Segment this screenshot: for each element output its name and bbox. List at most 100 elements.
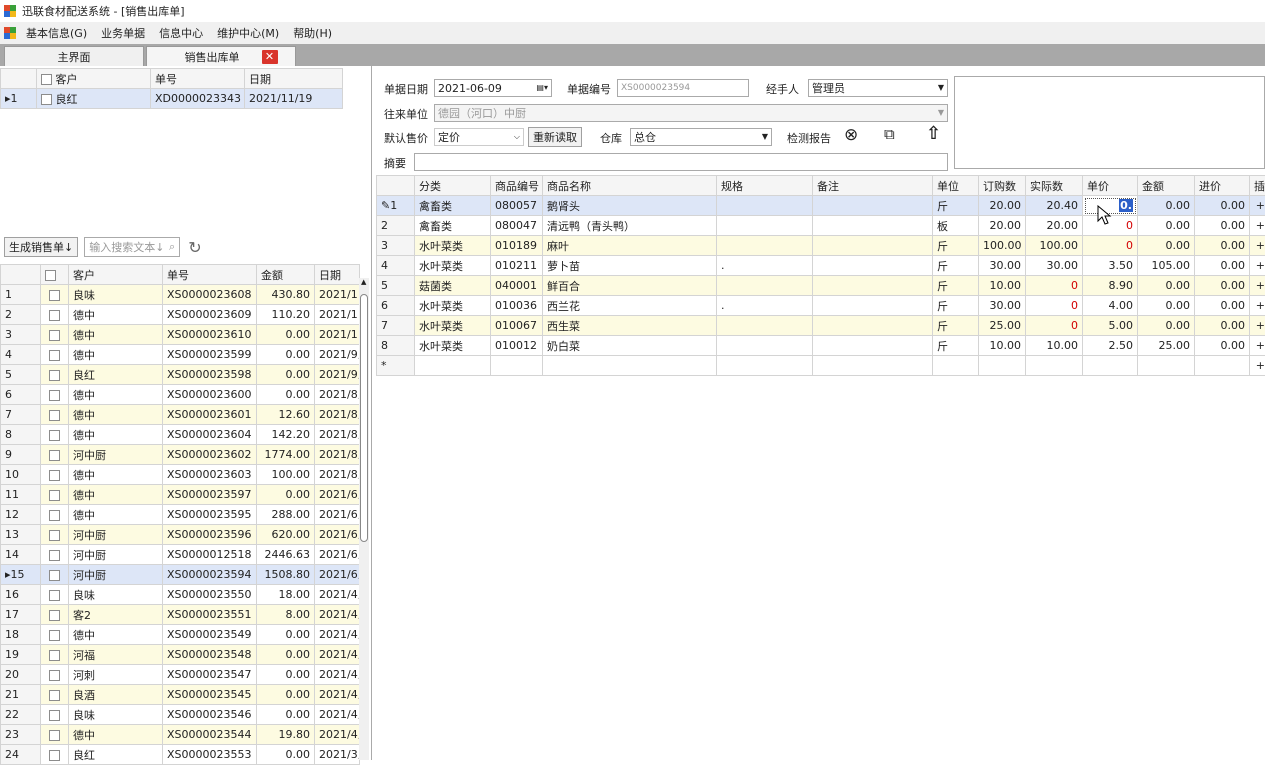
customer-cell[interactable]: 德中	[69, 325, 163, 345]
table-row[interactable]: 20河刺XS00000235470.002021/4,	[1, 665, 360, 685]
code-cell[interactable]: 080047	[491, 216, 543, 236]
cost-cell[interactable]: 0.00	[1195, 296, 1250, 316]
cost-cell[interactable]: 0.00	[1195, 236, 1250, 256]
date-cell[interactable]: 2021/8,	[315, 405, 360, 425]
date-cell[interactable]: 2021/6,	[315, 505, 360, 525]
spec-cell[interactable]: .	[717, 296, 813, 316]
detail-header-unit[interactable]: 单位	[933, 176, 979, 196]
table-row[interactable]: 10德中XS0000023603100.002021/8,	[1, 465, 360, 485]
select-all-checkbox[interactable]	[41, 74, 52, 85]
customer-cell[interactable]: 德中	[69, 385, 163, 405]
order-no-cell[interactable]: XS0000023550	[163, 585, 257, 605]
customer-cell[interactable]: 河福	[69, 645, 163, 665]
row-check-cell[interactable]	[41, 385, 69, 405]
table-row[interactable]: 2禽畜类080047清远鸭（青头鸭）板20.0020.0000.000.00+	[377, 216, 1265, 236]
pending-header-customer[interactable]: 客户	[37, 69, 151, 89]
name-cell[interactable]: 西兰花	[543, 296, 717, 316]
table-row[interactable]: 6水叶菜类010036西兰花.斤30.0004.000.000.00+	[377, 296, 1265, 316]
row-check-cell[interactable]	[41, 605, 69, 625]
customer-cell[interactable]: 德中	[69, 725, 163, 745]
cost-cell[interactable]: 0.00	[1195, 316, 1250, 336]
partner-select[interactable]: 德园（河口）中厨 ▼	[434, 104, 948, 122]
table-row[interactable]: 14河中厨XS00000125182446.632021/6,	[1, 545, 360, 565]
order-no-cell[interactable]: XS0000023598	[163, 365, 257, 385]
amount-cell[interactable]: 0.00	[257, 625, 315, 645]
docno-field[interactable]: XS0000023594	[617, 79, 749, 97]
customer-cell[interactable]: 河中厨	[69, 565, 163, 585]
note-cell[interactable]	[813, 236, 933, 256]
detail-header-code[interactable]: 商品编号	[491, 176, 543, 196]
scroll-up-icon[interactable]: ▲	[361, 278, 366, 286]
date-cell[interactable]: 2021/8,	[315, 445, 360, 465]
detail-header-unit-price[interactable]: 单价	[1083, 176, 1138, 196]
date-field[interactable]: 2021-06-09 ▤▾	[434, 79, 552, 97]
tab-sales-outbound[interactable]: 销售出库单 ✕	[146, 46, 296, 66]
table-row[interactable]: 5良红XS00000235980.002021/9,	[1, 365, 360, 385]
order-no-cell[interactable]: XS0000023604	[163, 425, 257, 445]
tab-main[interactable]: 主界面	[4, 46, 144, 66]
scrollbar-thumb[interactable]	[360, 294, 368, 542]
close-circle-icon[interactable]: ⊗	[844, 125, 858, 145]
row-checkbox[interactable]	[49, 710, 60, 721]
row-check-cell[interactable]	[41, 325, 69, 345]
row-check-cell[interactable]	[41, 705, 69, 725]
table-row[interactable]: 4水叶菜类010211萝卜苗.斤30.0030.003.50105.000.00…	[377, 256, 1265, 276]
table-row[interactable]: 13河中厨XS0000023596620.002021/6,	[1, 525, 360, 545]
new-row-cell[interactable]	[1026, 356, 1083, 376]
amount-cell[interactable]: 142.20	[257, 425, 315, 445]
amount-cell[interactable]: 0.00	[1138, 236, 1195, 256]
actual-qty-cell[interactable]: 0	[1026, 316, 1083, 336]
new-row-cell[interactable]	[717, 356, 813, 376]
date-cell[interactable]: 2021/1	[315, 325, 360, 345]
row-checkbox[interactable]	[49, 670, 60, 681]
date-cell[interactable]: 2021/4,	[315, 685, 360, 705]
table-row[interactable]: 7德中XS000002360112.602021/8,	[1, 405, 360, 425]
amount-cell[interactable]: 0.00	[257, 485, 315, 505]
amount-cell[interactable]: 0.00	[1138, 316, 1195, 336]
new-row-cell[interactable]	[415, 356, 491, 376]
order-no-cell[interactable]: XS0000023544	[163, 725, 257, 745]
name-cell[interactable]: 西生菜	[543, 316, 717, 336]
category-cell[interactable]: 禽畜类	[415, 196, 491, 216]
new-row-cell[interactable]	[491, 356, 543, 376]
amount-cell[interactable]: 0.00	[1138, 276, 1195, 296]
list-header-amount[interactable]: 金额	[257, 265, 315, 285]
date-cell[interactable]: 2021/6,	[315, 545, 360, 565]
row-check-cell[interactable]	[41, 485, 69, 505]
table-row[interactable]: 24良红XS00000235530.002021/3,	[1, 745, 360, 765]
unit-price-cell[interactable]: 5.00	[1083, 316, 1138, 336]
row-check-cell[interactable]	[41, 425, 69, 445]
table-row[interactable]: 1良味XS0000023608430.802021/1	[1, 285, 360, 305]
table-row[interactable]: 21良酒XS00000235450.002021/4,	[1, 685, 360, 705]
table-row[interactable]: 16良味XS000002355018.002021/4,	[1, 585, 360, 605]
row-checkbox[interactable]	[49, 290, 60, 301]
customer-cell[interactable]: 德中	[69, 425, 163, 445]
menu-info-center[interactable]: 信息中心	[159, 25, 203, 41]
row-check-cell[interactable]	[41, 565, 69, 585]
spec-cell[interactable]	[717, 316, 813, 336]
date-cell[interactable]: 2021/4,	[315, 705, 360, 725]
spec-cell[interactable]	[717, 216, 813, 236]
category-cell[interactable]: 水叶菜类	[415, 316, 491, 336]
row-checkbox[interactable]	[49, 490, 60, 501]
code-cell[interactable]: 010211	[491, 256, 543, 276]
list-select-all-checkbox[interactable]	[45, 270, 56, 281]
pending-customer-cell[interactable]: 良红	[37, 89, 151, 109]
new-row-cell[interactable]	[933, 356, 979, 376]
table-row[interactable]: 17客2XS00000235518.002021/4,	[1, 605, 360, 625]
new-row-cell[interactable]	[979, 356, 1026, 376]
amount-cell[interactable]: 8.00	[257, 605, 315, 625]
table-row[interactable]: 4德中XS00000235990.002021/9,	[1, 345, 360, 365]
table-row[interactable]: 8水叶菜类010012奶白菜斤10.0010.002.5025.000.00+	[377, 336, 1265, 356]
menu-app-icon[interactable]	[4, 27, 16, 39]
order-qty-cell[interactable]: 20.00	[979, 216, 1026, 236]
order-qty-cell[interactable]: 30.00	[979, 256, 1026, 276]
amount-cell[interactable]: 12.60	[257, 405, 315, 425]
note-cell[interactable]	[813, 276, 933, 296]
note-cell[interactable]	[813, 196, 933, 216]
customer-cell[interactable]: 河中厨	[69, 445, 163, 465]
category-cell[interactable]: 水叶菜类	[415, 336, 491, 356]
row-check-cell[interactable]	[41, 725, 69, 745]
unit-cell[interactable]: 斤	[933, 196, 979, 216]
row-checkbox[interactable]	[49, 390, 60, 401]
